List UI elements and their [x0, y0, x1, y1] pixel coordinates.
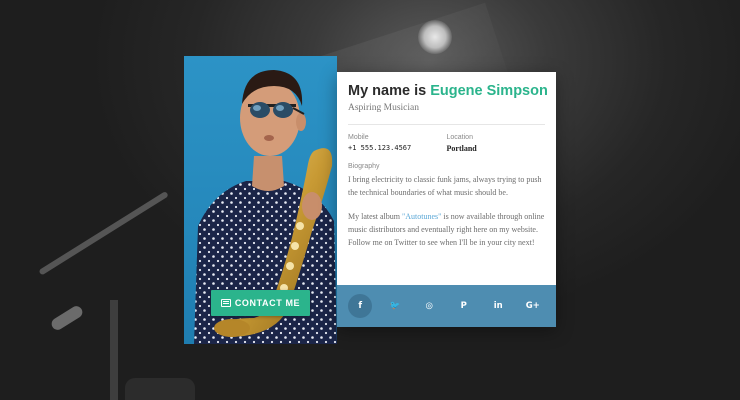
facebook-icon[interactable]: f	[348, 294, 373, 318]
linkedin-icon[interactable]: in	[486, 294, 510, 318]
instagram-icon[interactable]: ◎	[417, 294, 441, 318]
biography-paragraph-2: My latest album "Autotunes" is now avail…	[348, 210, 545, 249]
amplifier	[125, 378, 195, 400]
headline: My name is Eugene Simpson	[348, 83, 548, 99]
google-plus-icon[interactable]: G+	[521, 294, 545, 318]
microphone	[49, 303, 85, 333]
album-link[interactable]: "Autotunes"	[402, 212, 441, 221]
spotlight	[418, 20, 452, 54]
mic-stand	[38, 190, 169, 276]
mobile-label: Mobile	[348, 134, 369, 141]
location-value: Portland	[446, 144, 477, 153]
contact-info: Mobile +1 555.123.4567 Location Portland	[348, 134, 545, 153]
mobile-info: Mobile +1 555.123.4567	[348, 134, 447, 153]
biography-label: Biography	[348, 163, 380, 170]
bio-text-before-link: My latest album	[348, 212, 402, 221]
profile-name: Eugene Simpson	[430, 83, 548, 99]
social-bar: f 🐦 ◎ P in G+	[337, 285, 556, 327]
profile-card: My name is Eugene Simpson Aspiring Music…	[337, 72, 556, 327]
headline-prefix: My name is	[348, 83, 427, 99]
pinterest-icon[interactable]: P	[452, 294, 476, 318]
mobile-value: +1 555.123.4567	[348, 144, 412, 152]
divider	[348, 124, 545, 125]
twitter-icon[interactable]: 🐦	[383, 294, 407, 318]
mic-pole	[110, 300, 118, 400]
biography-paragraph-1: I bring electricity to classic funk jams…	[348, 175, 542, 197]
contact-me-label: CONTACT ME	[234, 298, 301, 308]
menu-icon	[220, 299, 231, 307]
location-label: Location	[446, 134, 473, 141]
contact-me-button[interactable]: CONTACT ME	[211, 290, 310, 316]
profile-subtitle: Aspiring Musician	[348, 103, 419, 113]
location-info: Location Portland	[447, 134, 546, 153]
